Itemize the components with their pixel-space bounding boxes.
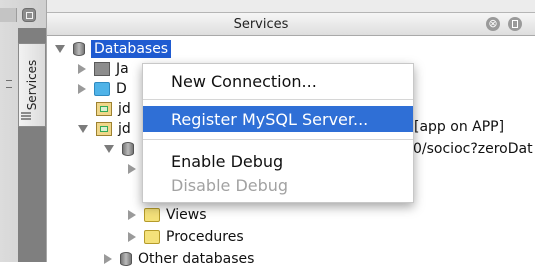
services-side-tab-label: Services (25, 59, 39, 111)
grip-icon (6, 80, 12, 88)
dock-restore-button[interactable] (22, 8, 36, 22)
tree-row-connection-expanded[interactable]: jd (78, 119, 131, 139)
tree-row-procedures[interactable]: Procedures (128, 227, 244, 247)
database-icon (120, 252, 132, 266)
tree-row-views[interactable]: Views (128, 205, 207, 225)
menu-item-register-mysql-server[interactable]: Register MySQL Server... (143, 106, 413, 132)
expand-toggle-icon[interactable] (78, 125, 88, 133)
tree-row-folder[interactable]: D (78, 79, 127, 99)
menu-item-new-connection[interactable]: New Connection... (143, 68, 413, 94)
expand-toggle-icon[interactable] (128, 164, 136, 174)
menu-item-label: New Connection... (171, 71, 317, 91)
tree-row-label: D (116, 81, 127, 97)
connection-icon (96, 102, 112, 116)
menu-separator (143, 99, 413, 100)
tree-row-drivers[interactable]: Ja (78, 59, 129, 79)
menu-item-label: Register MySQL Server... (171, 109, 369, 129)
expand-toggle-icon[interactable] (128, 232, 136, 242)
services-header: Services ⊗ (47, 12, 535, 36)
expand-toggle-icon[interactable] (104, 145, 114, 153)
menu-separator (143, 139, 413, 140)
menu-item-label: Enable Debug (171, 151, 284, 171)
tree-row-suffix-2: 0/socioc?zeroDat (413, 139, 533, 159)
context-menu: New Connection... Register MySQL Server.… (142, 63, 414, 203)
expand-toggle-icon[interactable] (104, 254, 112, 264)
tree-row-label: Databases (91, 40, 172, 58)
left-dock: Services (0, 0, 47, 262)
tree-row-label: Other databases (138, 251, 255, 267)
tree-row-suffix: [app on APP] (414, 117, 504, 137)
expand-toggle-icon[interactable] (128, 210, 136, 220)
expand-toggle-icon[interactable] (55, 45, 65, 53)
connection-url-text: 0/socioc?zeroDat (413, 141, 533, 157)
database-icon (73, 42, 85, 56)
tree-row-databases[interactable]: Databases (55, 39, 172, 59)
connection-suffix-text: [app on APP] (414, 119, 505, 135)
tree-row-label: Procedures (166, 229, 244, 245)
folder-icon (144, 208, 160, 222)
maximize-icon[interactable] (508, 17, 522, 31)
tree-row-label: jd (118, 101, 131, 117)
tree-row-other-databases[interactable]: Other databases (104, 249, 254, 269)
tree-row-connection[interactable]: jd (96, 99, 131, 119)
folder-icon (144, 230, 160, 244)
menu-item-disable-debug: Disable Debug (143, 172, 413, 198)
panel-title: Services (233, 17, 289, 32)
menu-item-enable-debug[interactable]: Enable Debug (143, 148, 413, 174)
drag-handle-icon[interactable] (21, 112, 31, 120)
database-icon (122, 142, 134, 156)
close-icon[interactable]: ⊗ (486, 17, 500, 31)
blue-folder-icon (94, 82, 110, 96)
drivers-jar-icon (94, 62, 110, 76)
connection-icon (96, 122, 112, 136)
tree-row-label: jd (118, 121, 131, 137)
tree-row-schema[interactable] (104, 139, 140, 159)
expand-toggle-icon[interactable] (78, 64, 86, 74)
dock-toggle-button[interactable] (0, 8, 17, 22)
expand-toggle-icon[interactable] (78, 84, 86, 94)
tree-row-label: Ja (116, 61, 129, 77)
tree-row-label: Views (166, 207, 207, 223)
menu-item-label: Disable Debug (171, 175, 289, 195)
